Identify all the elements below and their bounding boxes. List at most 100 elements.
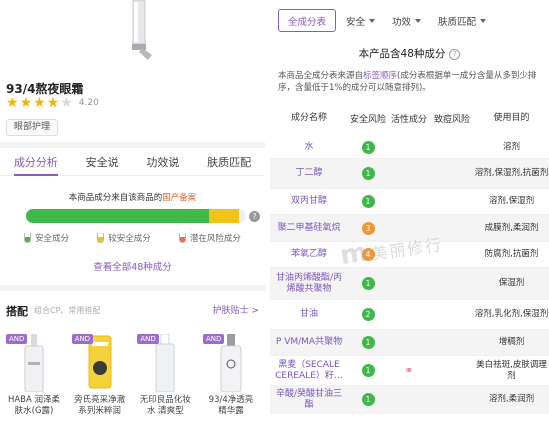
- rating-stars: ★ ★ ★ ★ ★ 4.20: [6, 96, 99, 110]
- table-row[interactable]: 辛酸/癸酸甘油三酯 1 溶剂,柔润剂: [270, 386, 549, 414]
- question-icon[interactable]: ?: [449, 49, 461, 60]
- filter-label: 安全: [346, 16, 366, 28]
- safety-score-badge: 1: [361, 195, 375, 208]
- legend-safe: 安全成分: [24, 232, 69, 244]
- safety-cell: 1: [348, 167, 388, 180]
- safety-cell: 1: [348, 364, 388, 377]
- ingredient-name[interactable]: 甘油丙烯酸酯/丙烯酸共聚物: [270, 273, 348, 295]
- usage-purpose: 溶剂: [502, 142, 520, 152]
- ingredient-name[interactable]: 苯氧乙醇: [270, 249, 348, 260]
- safety-score-badge: 1: [361, 167, 375, 180]
- test-tube-icon: [178, 233, 186, 243]
- filter-safety-dropdown[interactable]: 安全: [339, 9, 382, 32]
- filter-skin-dropdown[interactable]: 肤质匹配: [431, 9, 493, 32]
- help-icon[interactable]: ?: [249, 211, 260, 222]
- column-header: 致痘风险: [433, 114, 470, 125]
- name-line: 精华露: [218, 406, 244, 416]
- column-header: 使用目的: [493, 112, 530, 123]
- and-badge: AND: [202, 334, 225, 344]
- legend-warning: 较安全成分: [97, 232, 151, 244]
- desc-text: 本商品全成分表来源自: [278, 71, 364, 81]
- product-panel: 93/4熬夜眼霜 ★ ★ ★ ★ ★ 4.20 眼部护理 成分分析 安全说 功效…: [0, 0, 265, 424]
- recommended-product[interactable]: AND 旁氏亮采净澈 系列米粹润: [70, 330, 130, 417]
- usage-purpose: 溶剂,保湿剂: [488, 196, 535, 206]
- ingredient-name[interactable]: P VM/MA共聚物: [270, 337, 348, 348]
- star-icon: ★: [46, 95, 60, 111]
- analysis-tabs: 成分分析 安全说 功效说 肤质匹配: [0, 148, 265, 176]
- safety-score-badge: 1: [361, 336, 375, 349]
- tab-ingredient-analysis[interactable]: 成分分析: [10, 148, 62, 176]
- column-header: 安全风险: [349, 114, 386, 125]
- usage-purpose: 美白祛斑,皮肤调理剂: [476, 359, 547, 381]
- star-icon: ★: [33, 95, 46, 111]
- safety-cell: 2: [348, 308, 388, 321]
- product-name: 旁氏亮采净澈 系列米粹润: [70, 395, 130, 417]
- combo-subtitle: 组合CP、常用搭配: [34, 306, 101, 315]
- ingredient-name[interactable]: 水: [270, 142, 348, 153]
- recommended-product[interactable]: AND 无印良品化妆水 清爽型: [135, 330, 195, 417]
- active-ingredient-icon: ⚭: [404, 364, 414, 377]
- name-line: HABA 润泽柔: [7, 395, 61, 405]
- usage-purpose: 成膜剂,柔润剂: [484, 222, 539, 233]
- safety-legend: 安全成分 较安全成分 潜在风险成分: [0, 232, 265, 244]
- safety-cell: 1: [348, 393, 388, 406]
- ingredient-count: 本产品含48种成分?: [270, 46, 549, 61]
- table-row[interactable]: P VM/MA共聚物 1 增稠剂: [270, 330, 549, 356]
- table-row[interactable]: 甘油丙烯酸酯/丙烯酸共聚物 1 保湿剂: [270, 268, 549, 300]
- view-all-ingredients-link[interactable]: 查看全部48种成分: [0, 259, 265, 273]
- category-tag[interactable]: 眼部护理: [6, 119, 59, 136]
- usage-purpose: 增稠剂: [498, 337, 525, 347]
- count-text: 本产品含48种成分: [358, 48, 446, 60]
- ingredient-table: 水 1 溶剂 丁二醇 1 溶剂,保湿剂,抗菌剂 双丙甘醇 1 溶剂,保湿剂 聚二甲基硅氧烷 3 成膜剂…: [270, 137, 549, 414]
- table-row[interactable]: 丁二醇 1 溶剂,保湿剂,抗菌剂: [270, 159, 549, 189]
- combo-title: 搭配: [6, 305, 28, 318]
- ingredient-name[interactable]: 聚二甲基硅氧烷: [270, 223, 348, 234]
- table-row[interactable]: 双丙甘醇 1 溶剂,保湿剂: [270, 189, 549, 215]
- ingredient-list-panel: 全成分表 安全 功效 肤质匹配 本产品含48种成分? 本商品全成分表来源自标签顺…: [270, 0, 549, 424]
- column-header: 成分名称: [290, 112, 327, 123]
- tab-skin-match[interactable]: 肤质匹配: [203, 148, 255, 176]
- recommendation-list: AND HABA 润泽柔 肤水(G露) AND 旁氏亮采净澈 系列米粹润 AND 无…: [0, 330, 265, 417]
- table-row[interactable]: 黑麦（SECALE CEREALE）籽… 1 ⚭ 美白祛斑,皮肤调理剂: [270, 356, 549, 386]
- usage-purpose: 防腐剂,抗菌剂: [484, 249, 539, 259]
- label-order-link[interactable]: 标签顺序: [363, 71, 397, 81]
- caret-down-icon: [369, 18, 376, 23]
- usage-purpose: 保湿剂: [498, 278, 525, 288]
- and-badge: AND: [137, 334, 159, 344]
- test-tube-icon: [24, 233, 32, 243]
- skincare-tips-link[interactable]: 护肤贴士 >: [213, 303, 259, 316]
- filter-label: 功效: [392, 16, 412, 28]
- ingredient-name[interactable]: 黑麦（SECALE CEREALE）籽…: [270, 360, 348, 382]
- filter-efficacy-dropdown[interactable]: 功效: [385, 9, 428, 32]
- filter-all-ingredients[interactable]: 全成分表: [278, 9, 337, 32]
- source-highlight[interactable]: 国产备案: [162, 193, 196, 203]
- usage-purpose: 溶剂,保湿剂,抗菌剂: [474, 168, 549, 178]
- ingredient-name[interactable]: 丁二醇: [270, 168, 348, 179]
- safety-cell: 1: [348, 141, 388, 154]
- ingredient-name[interactable]: 甘油: [270, 309, 348, 320]
- tab-efficacy[interactable]: 功效说: [142, 148, 183, 176]
- name-line: 系列米粹润: [78, 406, 121, 416]
- recommended-product[interactable]: AND HABA 润泽柔 肤水(G露): [4, 330, 64, 417]
- test-tube-icon: [97, 233, 105, 243]
- safety-cell: 3: [348, 221, 388, 235]
- tab-safety[interactable]: 安全说: [82, 148, 123, 176]
- name-line: 旁氏亮采净澈: [74, 395, 126, 405]
- ingredient-name[interactable]: 辛酸/癸酸甘油三酯: [270, 389, 348, 411]
- name-line: 93/4净透亮: [208, 395, 254, 405]
- product-name: 93/4净透亮 精华露: [201, 395, 261, 417]
- usage-purpose: 溶剂,柔润剂: [488, 394, 535, 404]
- recommended-product[interactable]: AND 93/4净透亮 精华露: [201, 330, 261, 417]
- safety-cell: 1: [348, 195, 388, 208]
- filter-label: 肤质匹配: [438, 16, 477, 28]
- safety-score-badge: 1: [361, 277, 375, 290]
- table-row[interactable]: 甘油 2 溶剂,乳化剂,保湿剂: [270, 300, 549, 330]
- ingredient-name[interactable]: 双丙甘醇: [270, 196, 348, 207]
- safety-score-badge: 3: [361, 221, 375, 235]
- safety-cell: 1: [348, 336, 388, 349]
- table-row[interactable]: 水 1 溶剂: [270, 137, 549, 159]
- ingredient-source-note: 本商品成分来自该商品的国产备案: [0, 191, 265, 203]
- active-cell: ⚭: [388, 364, 430, 377]
- safety-score-badge: 2: [361, 308, 375, 321]
- safety-score-badge: 1: [361, 364, 375, 377]
